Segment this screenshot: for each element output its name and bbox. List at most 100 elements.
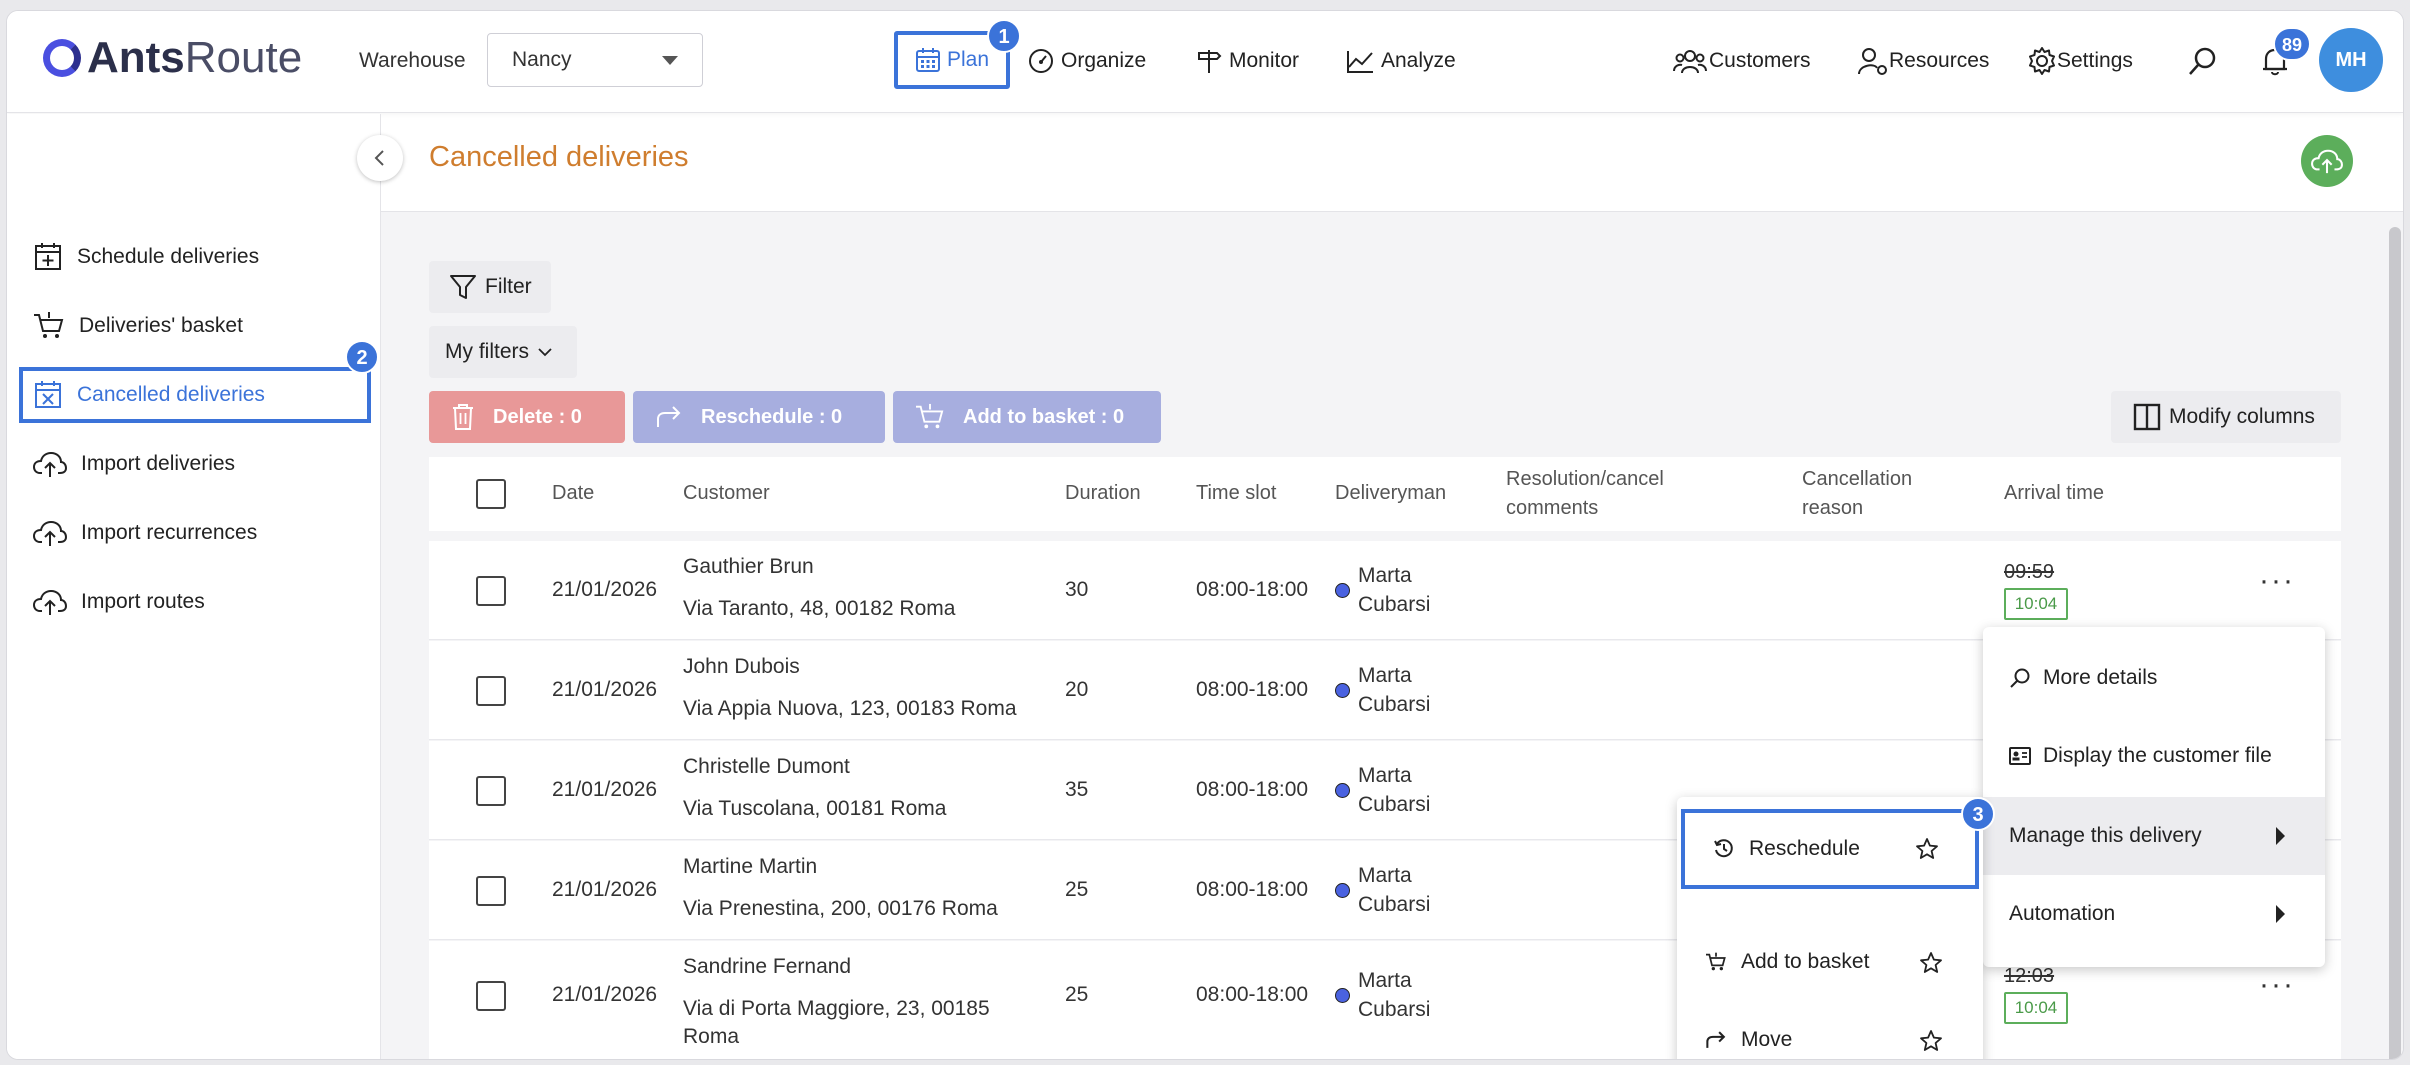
delete-button[interactable]: Delete : 0 bbox=[429, 391, 625, 443]
header-arrival-time[interactable]: Arrival time bbox=[2004, 479, 2104, 508]
collapse-sidebar-button[interactable] bbox=[357, 135, 403, 181]
trash-icon bbox=[453, 404, 473, 430]
row-customer-name: Gauthier Brun bbox=[683, 555, 814, 578]
sidebar-item-cancelled[interactable]: Cancelled deliveries bbox=[19, 367, 371, 423]
submenu-item-move[interactable]: Move bbox=[1677, 1001, 1983, 1059]
filter-label: Filter bbox=[485, 275, 532, 298]
select-all-checkbox[interactable] bbox=[476, 479, 506, 509]
row-deliveryman-first: Marta bbox=[1358, 764, 1412, 787]
menu-item-label: More details bbox=[2043, 666, 2158, 689]
star-icon[interactable] bbox=[1919, 1029, 1943, 1053]
deliveryman-color-dot bbox=[1335, 783, 1350, 798]
nav-analyze[interactable]: Analyze bbox=[1345, 39, 1456, 83]
header-cancellation-line1: Cancellation bbox=[1802, 468, 1913, 490]
row-deliveryman-last: Cubarsi bbox=[1358, 593, 1431, 616]
row-duration: 30 bbox=[1065, 578, 1089, 601]
row-time-slot: 08:00-18:00 bbox=[1196, 878, 1309, 901]
row-customer-name: John Dubois bbox=[683, 655, 800, 678]
star-icon[interactable] bbox=[1915, 837, 1939, 861]
header-cancellation-line2: reason bbox=[1802, 497, 1864, 519]
row-deliveryman-first: Marta bbox=[1358, 969, 1412, 992]
menu-item-automation[interactable]: Automation bbox=[1983, 875, 2325, 953]
sidebar-item-import-routes[interactable]: Import routes bbox=[33, 582, 205, 622]
sidebar: Schedule deliveries Deliveries' basket C… bbox=[7, 114, 381, 1059]
nav-settings[interactable]: Settings bbox=[2027, 39, 2133, 83]
modify-columns-button[interactable]: Modify columns bbox=[2111, 391, 2341, 443]
row-duration: 25 bbox=[1065, 878, 1089, 901]
row-checkbox[interactable] bbox=[476, 876, 506, 906]
row-checkbox[interactable] bbox=[476, 776, 506, 806]
header-time-slot[interactable]: Time slot bbox=[1196, 479, 1276, 508]
history-icon bbox=[1714, 839, 1733, 858]
submenu-item-add-to-basket[interactable]: Add to basket bbox=[1677, 923, 1983, 1001]
user-avatar[interactable]: MH bbox=[2319, 28, 2383, 92]
reschedule-bulk-button[interactable]: Reschedule : 0 bbox=[633, 391, 885, 443]
menu-item-label: Manage this delivery bbox=[2009, 824, 2202, 847]
header-customer[interactable]: Customer bbox=[683, 479, 770, 508]
row-duration: 35 bbox=[1065, 778, 1089, 801]
nav-resources[interactable]: Resources bbox=[1857, 39, 1989, 83]
cloud-upload-icon bbox=[33, 451, 67, 477]
logo-text-bold: Ants bbox=[87, 33, 185, 82]
header-date[interactable]: Date bbox=[552, 479, 594, 508]
export-button[interactable] bbox=[2301, 135, 2353, 187]
chevron-down-icon bbox=[538, 348, 552, 357]
row-checkbox[interactable] bbox=[476, 676, 506, 706]
row-deliveryman-first: Marta bbox=[1358, 564, 1412, 587]
nav-organize[interactable]: Organize bbox=[1027, 39, 1146, 83]
my-filters-dropdown[interactable]: My filters bbox=[429, 326, 577, 378]
star-icon[interactable] bbox=[1919, 951, 1943, 975]
table-row[interactable]: 21/01/2026 Gauthier Brun Via Taranto, 48… bbox=[429, 541, 2341, 640]
sidebar-item-label: Import deliveries bbox=[81, 452, 236, 475]
speedometer-icon bbox=[1029, 49, 1053, 73]
main-scrollbar[interactable] bbox=[2389, 227, 2401, 1059]
step-badge-1: 1 bbox=[987, 19, 1021, 53]
basket-icon bbox=[1706, 952, 1726, 971]
row-more-menu-button[interactable]: ··· bbox=[2259, 566, 2295, 596]
logo-text-light: Route bbox=[184, 33, 303, 82]
header-duration[interactable]: Duration bbox=[1065, 479, 1141, 508]
menu-item-manage-delivery[interactable]: Manage this delivery bbox=[1983, 797, 2325, 875]
sidebar-item-basket[interactable]: Deliveries' basket bbox=[33, 306, 243, 346]
sidebar-item-import-deliveries[interactable]: Import deliveries bbox=[33, 444, 235, 484]
warehouse-select[interactable]: Nancy bbox=[487, 33, 703, 87]
antsroute-logo[interactable]: Ants Route bbox=[43, 33, 302, 83]
nav-customers[interactable]: Customers bbox=[1673, 39, 1811, 83]
sidebar-item-schedule[interactable]: Schedule deliveries bbox=[33, 237, 259, 277]
row-customer-name: Sandrine Fernand bbox=[683, 955, 852, 978]
sidebar-item-import-recurrences[interactable]: Import recurrences bbox=[33, 513, 257, 553]
sidebar-item-label: Cancelled deliveries bbox=[77, 383, 265, 406]
step-badge-2: 2 bbox=[345, 340, 379, 374]
row-arrival-old: 09:59 bbox=[2004, 561, 2055, 583]
row-time-slot: 08:00-18:00 bbox=[1196, 578, 1309, 601]
row-checkbox[interactable] bbox=[476, 981, 506, 1011]
header-deliveryman[interactable]: Deliveryman bbox=[1335, 479, 1446, 508]
nav-analyze-label: Analyze bbox=[1381, 49, 1456, 72]
columns-icon bbox=[2133, 403, 2161, 431]
add-to-basket-bulk-button[interactable]: Add to basket : 0 bbox=[893, 391, 1161, 443]
header-resolution[interactable]: Resolution/cancel comments bbox=[1506, 465, 1664, 523]
menu-item-display-customer-file[interactable]: Display the customer file bbox=[1983, 717, 2325, 795]
header-resolution-line2: comments bbox=[1506, 497, 1599, 519]
row-duration: 20 bbox=[1065, 678, 1089, 701]
filter-button[interactable]: Filter bbox=[429, 261, 551, 313]
row-arrival-new: 10:04 bbox=[2004, 992, 2068, 1024]
cloud-upload-icon bbox=[33, 589, 67, 615]
nav-monitor-label: Monitor bbox=[1229, 49, 1300, 72]
basket-icon bbox=[916, 403, 944, 429]
submenu-item-reschedule[interactable]: Reschedule bbox=[1681, 809, 1979, 889]
row-deliveryman-first: Marta bbox=[1358, 864, 1412, 887]
deliveryman-color-dot bbox=[1335, 583, 1350, 598]
sidebar-item-label: Import routes bbox=[81, 590, 205, 613]
chart-icon bbox=[1347, 51, 1373, 73]
nav-monitor[interactable]: Monitor bbox=[1195, 39, 1299, 83]
row-more-menu-button[interactable]: ··· bbox=[2259, 970, 2295, 1000]
row-checkbox[interactable] bbox=[476, 576, 506, 606]
search-button[interactable] bbox=[2187, 39, 2219, 83]
deliveryman-color-dot bbox=[1335, 988, 1350, 1003]
menu-item-more-details[interactable]: More details bbox=[1983, 639, 2325, 717]
add-to-basket-bulk-label: Add to basket : 0 bbox=[963, 405, 1125, 428]
calendar-icon bbox=[915, 48, 940, 72]
row-arrival-new: 10:04 bbox=[2004, 588, 2068, 620]
header-cancellation-reason[interactable]: Cancellation reason bbox=[1802, 465, 1912, 523]
